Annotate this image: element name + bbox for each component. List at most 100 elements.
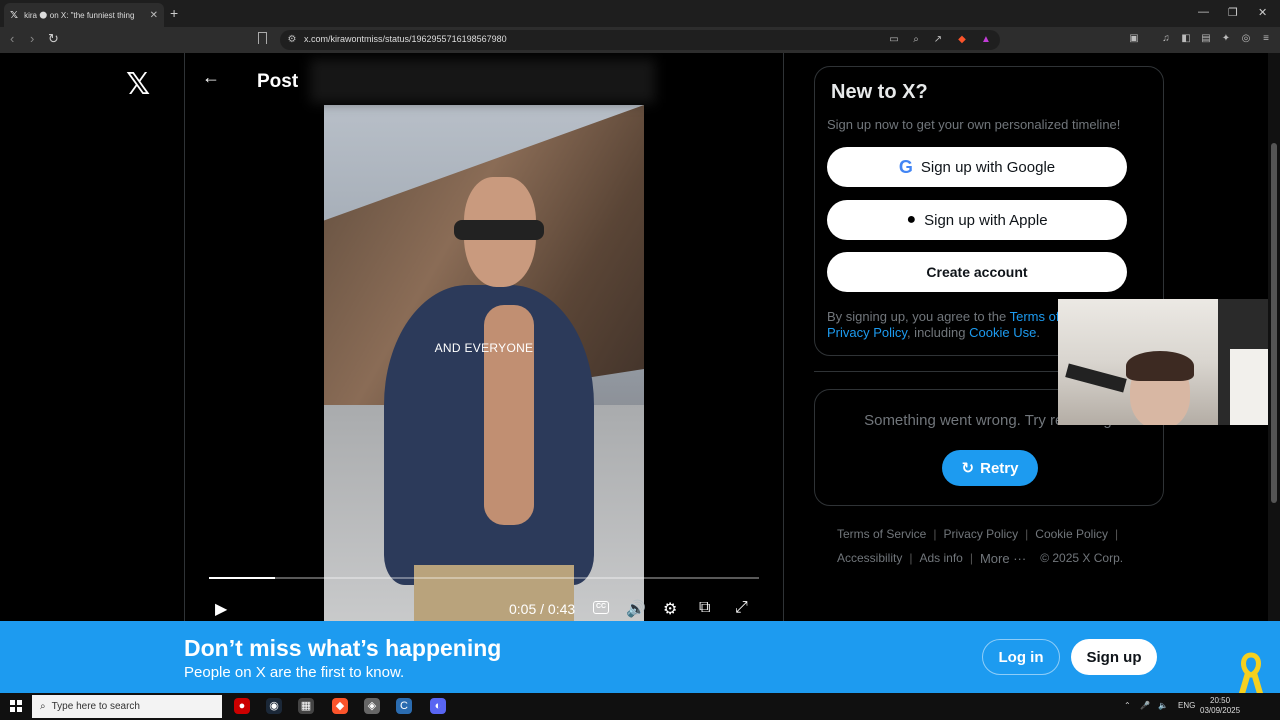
taskbar-clock[interactable]: 20:50 03/09/2025: [1200, 696, 1240, 716]
google-icon: G: [898, 156, 913, 177]
page-title: Post: [257, 71, 299, 92]
fullscreen-icon[interactable]: ⤢: [735, 599, 748, 617]
app-c-icon[interactable]: C: [396, 698, 412, 714]
create-account-label: Create account: [926, 264, 1028, 280]
volume-tray-icon[interactable]: 🔈: [1158, 701, 1168, 710]
refresh-icon: ↻: [961, 460, 975, 477]
header-blur: [310, 59, 655, 103]
tab-title: kira 🌑 on X: "the funniest thing: [24, 10, 135, 20]
browser-tabbar: 𝕏 kira 🌑 on X: "the funniest thing ✕ + —…: [0, 0, 1280, 27]
create-account-button[interactable]: Create account: [827, 252, 1127, 292]
apple-icon: ●: [906, 211, 917, 228]
sidebar-icon[interactable]: ▣: [1128, 33, 1140, 45]
x-logo-icon[interactable]: 𝕏: [126, 67, 150, 102]
media-icon[interactable]: ♫: [1160, 33, 1172, 45]
windows-start-icon[interactable]: [10, 700, 22, 712]
video-progress-bar[interactable]: [209, 577, 759, 579]
steam-icon[interactable]: ◉: [266, 698, 282, 714]
settings-icon[interactable]: ⚙: [663, 599, 677, 619]
signup-terms: By signing up, you agree to the Terms of…: [827, 309, 1067, 341]
signup-google-button[interactable]: G Sign up with Google: [827, 147, 1127, 187]
back-nav-icon[interactable]: ‹: [10, 31, 14, 46]
video-caption: AND EVERYONE: [434, 341, 534, 355]
webcam-person-hair: [1126, 351, 1194, 381]
x-page: 𝕏 AND EVERYONE ▶ 0:05 / 0:43 CC 🔊 ⚙ ⧉ ⤢ …: [0, 53, 1280, 623]
browser-toolbar: ‹ › ↻ ⚙ x.com/kirawontmiss/status/196295…: [0, 27, 1280, 53]
play-icon[interactable]: ▶: [215, 599, 227, 619]
back-arrow-icon[interactable]: ←: [202, 67, 220, 88]
brave-shield-icon[interactable]: ◆: [956, 34, 968, 46]
captions-icon[interactable]: CC: [593, 601, 609, 614]
retry-button[interactable]: ↻ Retry: [942, 450, 1038, 486]
footer-separator: |: [1115, 527, 1119, 541]
footer-ads-link[interactable]: Ads info: [912, 551, 969, 566]
url-text: x.com/kirawontmiss/status/19629557161985…: [304, 34, 507, 44]
signup-title: New to X?: [831, 81, 928, 103]
windows-taskbar: ⌕ Type here to search ● ◉ ▦ ◆ ◈ C ◐ ⌃ 🎤 …: [0, 693, 1280, 720]
video-frame[interactable]: AND EVERYONE: [324, 105, 644, 623]
cookie-use-link[interactable]: Cookie Use: [969, 325, 1036, 340]
shield-app-icon[interactable]: ◈: [364, 698, 380, 714]
tab-close-icon[interactable]: ✕: [150, 10, 158, 21]
discord-icon[interactable]: ◐: [430, 698, 446, 714]
close-window-button[interactable]: ✕: [1258, 6, 1267, 19]
browser-tab[interactable]: 𝕏 kira 🌑 on X: "the funniest thing ✕: [4, 3, 164, 27]
video-time: 0:05 / 0:43: [509, 601, 576, 617]
search-icon: ⌕: [40, 701, 46, 712]
brave-browser-icon[interactable]: ◆: [332, 698, 348, 714]
taskbar-search-input[interactable]: ⌕ Type here to search: [32, 695, 222, 718]
address-bar[interactable]: ⚙ x.com/kirawontmiss/status/196295571619…: [280, 30, 1000, 50]
minimize-button[interactable]: —: [1198, 6, 1209, 18]
file-explorer-icon[interactable]: ▦: [298, 698, 314, 714]
footer-copyright: © 2025 X Corp.: [1040, 551, 1124, 565]
forward-nav-icon[interactable]: ›: [30, 31, 34, 46]
menu-icon[interactable]: ≡: [1260, 33, 1272, 45]
search-placeholder: Type here to search: [51, 701, 140, 712]
footer-accessibility-link[interactable]: Accessibility: [830, 551, 909, 566]
reload-icon[interactable]: ↻: [48, 31, 59, 47]
scrollbar-thumb[interactable]: [1271, 143, 1277, 503]
terms-prefix: By signing up, you agree to the: [827, 309, 1010, 324]
video-person-chest: [484, 305, 534, 525]
clock-date: 03/09/2025: [1200, 706, 1241, 715]
footer-links-row-2: Accessibility | Ads info | More ··· © 2025…: [830, 551, 1130, 566]
language-indicator[interactable]: ENG: [1178, 701, 1195, 710]
picture-in-picture-icon[interactable]: ⧉: [699, 599, 710, 617]
wallet-icon[interactable]: ▤: [1200, 33, 1212, 45]
footer-links-row-1: Terms of Service | Privacy Policy | Cookie…: [830, 527, 1118, 541]
share-icon[interactable]: ↗: [932, 34, 944, 46]
volume-icon[interactable]: 🔊: [626, 599, 646, 619]
login-button[interactable]: Log in: [982, 639, 1060, 675]
tray-chevron-icon[interactable]: ⌃: [1124, 701, 1131, 710]
footer-cookie-link[interactable]: Cookie Policy: [1028, 527, 1115, 541]
page-scrollbar[interactable]: [1268, 53, 1280, 623]
video-progress-fill: [209, 577, 275, 579]
footer-terms-link[interactable]: Terms of Service: [830, 527, 933, 541]
footer-more-link[interactable]: More ···: [973, 551, 1033, 566]
terms-mid: , including: [906, 325, 970, 340]
signup-subtitle: Sign up now to get your own personalized…: [827, 117, 1121, 132]
microphone-icon[interactable]: 🎤: [1140, 701, 1150, 710]
new-tab-button[interactable]: +: [170, 5, 178, 21]
obs-icon[interactable]: ●: [234, 698, 250, 714]
maximize-button[interactable]: ❐: [1228, 6, 1238, 19]
vpn-icon[interactable]: ◎: [1240, 33, 1252, 45]
leo-icon[interactable]: ✦: [1220, 33, 1232, 45]
site-info-icon[interactable]: ⚙: [286, 34, 298, 46]
terms-link[interactable]: Terms of: [1010, 309, 1060, 324]
webcam-overlay: [1058, 299, 1280, 425]
webcam-mic-arm: [1065, 363, 1127, 393]
bookmark-icon[interactable]: [258, 32, 267, 44]
zoom-icon[interactable]: ⌕: [910, 34, 922, 46]
privacy-link[interactable]: Privacy Policy: [827, 325, 907, 340]
video-player[interactable]: AND EVERYONE ▶ 0:05 / 0:43 CC 🔊 ⚙ ⧉ ⤢: [201, 105, 767, 623]
brave-rewards-icon[interactable]: ▲: [980, 34, 992, 46]
cast-icon[interactable]: ▭: [888, 34, 900, 46]
banner-title: Don’t miss what’s happening: [184, 635, 502, 661]
signup-apple-button[interactable]: ● Sign up with Apple: [827, 200, 1127, 240]
footer-privacy-link[interactable]: Privacy Policy: [936, 527, 1025, 541]
reader-icon[interactable]: ◧: [1180, 33, 1192, 45]
retry-label: Retry: [980, 459, 1019, 477]
signup-button[interactable]: Sign up: [1071, 639, 1157, 675]
signup-banner: Don’t miss what’s happening People on X …: [0, 621, 1280, 708]
